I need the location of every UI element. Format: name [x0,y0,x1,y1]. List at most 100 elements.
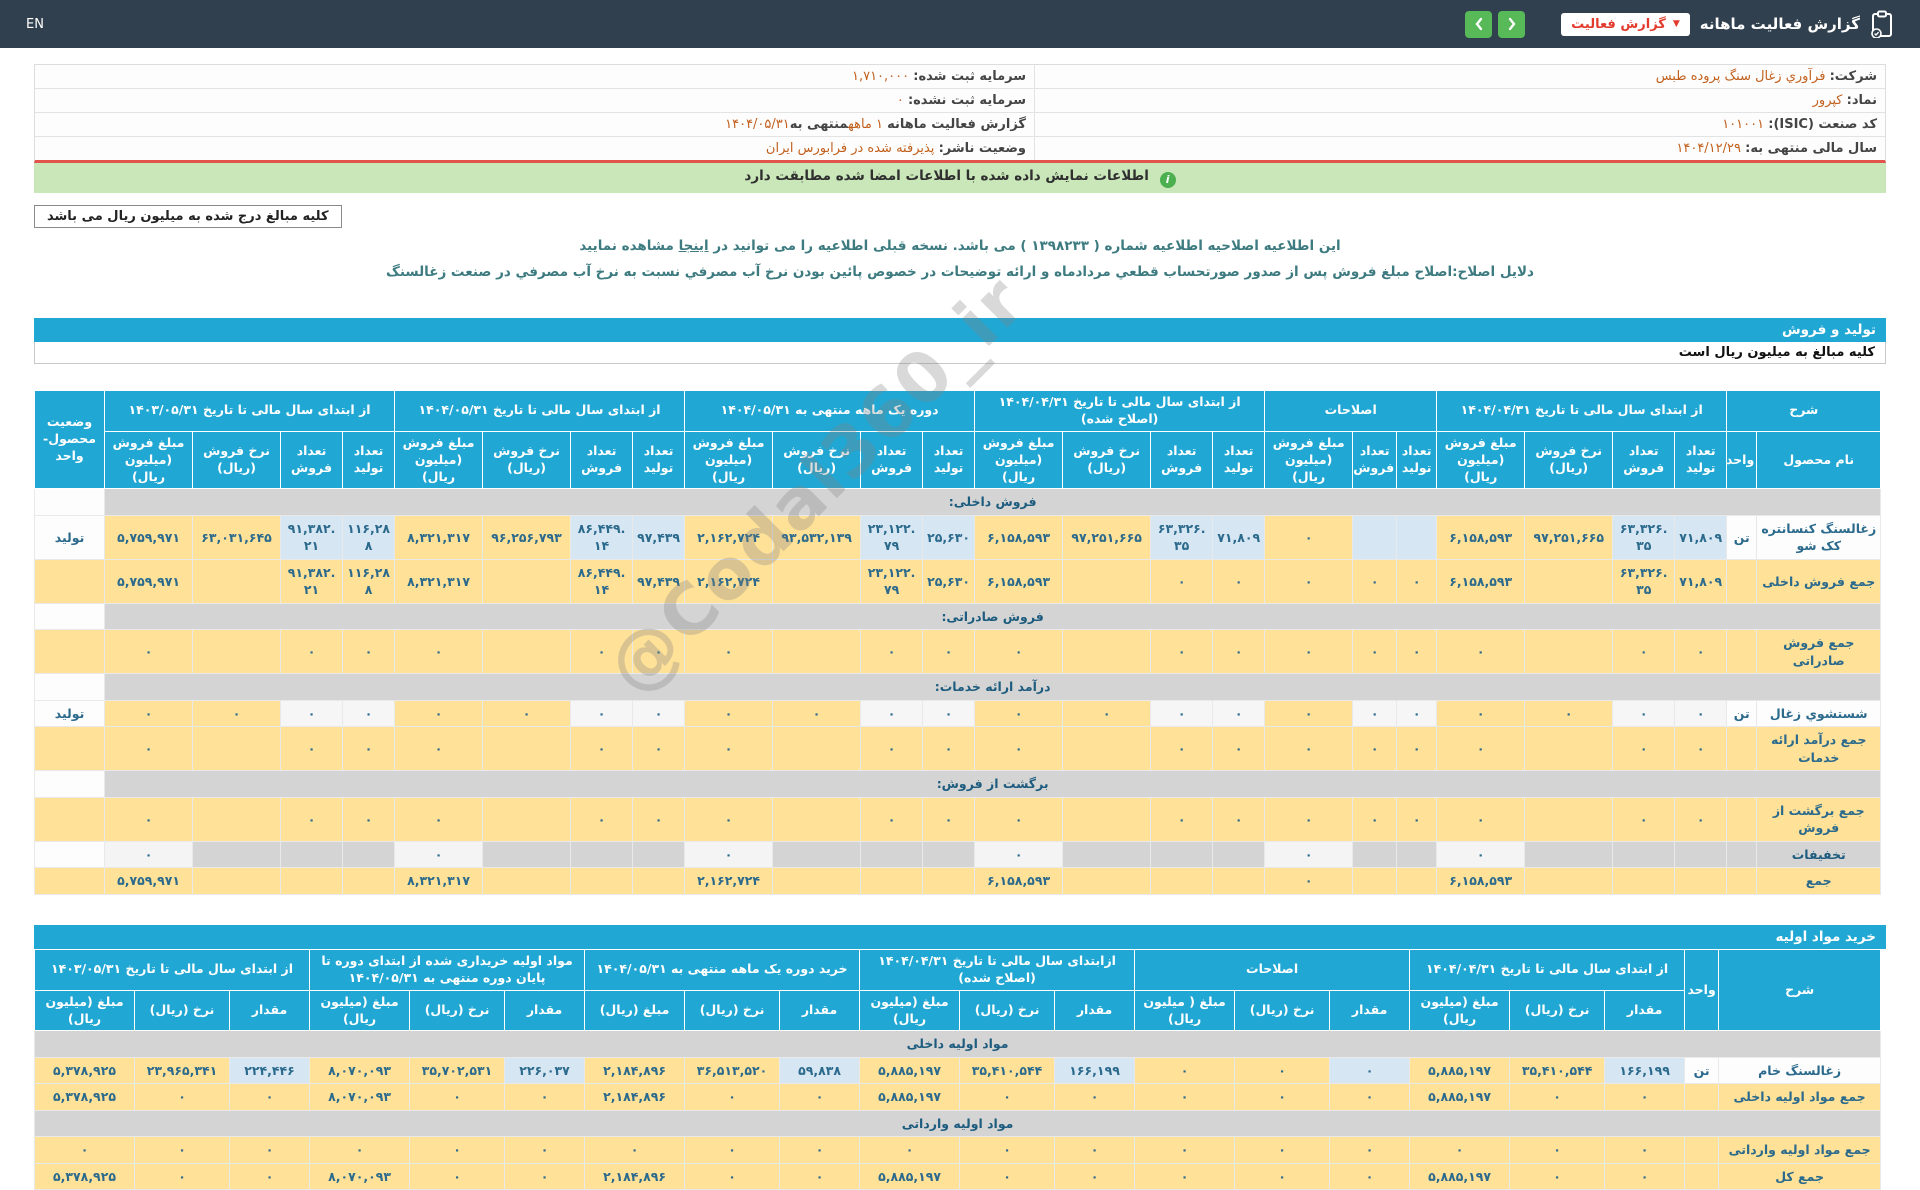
report-type-label: گزارش فعالیت [1571,16,1666,32]
table-cell: ۲,۱۶۲,۷۲۴ [684,867,774,895]
table-row: فروش داخلی: [34,488,1882,516]
table-cell: ۰ [1604,1162,1686,1190]
column-header: مقدار [779,989,861,1032]
table-cell: ۰ [1264,867,1354,895]
table-cell [34,673,105,701]
table-cell: ۰ [394,629,484,675]
info-row: نماد: کپرور سرمایه ثبت نشده: ۰ [35,89,1885,113]
symbol-label: نماد: [1846,93,1877,108]
table-cell [1726,867,1758,895]
section-bar-production-sales: تولید و فروش [34,318,1886,342]
report-mid-label: منتهی به [789,117,849,132]
table-cell: ۰ [1436,796,1526,842]
table-cell [632,867,686,895]
table-row: جمع فروش داخلی ۷۱,۸۰۹ ۶۳,۳۲۶.۳۵ ۶,۱۵۸,۵۹۳ ۰ ۰… [34,558,1882,604]
table-cell: ۲۳,۱۲۲.۷۹ [860,514,924,560]
column-header: تعداد تولید [1674,430,1728,490]
table-cell: ۰ [684,699,774,728]
table-cell: ۸,۳۲۱,۳۱۷ [394,558,484,604]
table-cell: ۰ [1329,1162,1411,1190]
table-cell: ۰ [1150,796,1214,842]
next-button[interactable] [1498,10,1526,38]
table-cell [922,867,976,895]
table-cell [192,840,282,869]
table-cell: ۰ [922,796,976,842]
table-cell [1212,840,1266,869]
page-title: گزارش فعالیت ماهانه [1699,15,1860,33]
column-header: نرخ (ریال) [409,989,506,1032]
table-cell [192,796,282,842]
previous-notice-link[interactable]: اینجا [679,238,709,254]
column-header: مبلغ (میلیون ریال) [309,989,411,1032]
table-cell [632,840,686,869]
table-cell: ۹۱,۳۸۲.۲۱ [280,514,344,560]
table-cell: ۰ [1409,1136,1511,1164]
status-cell [34,629,105,675]
table-row: جمع درآمد ارائه خدمات ۰ ۰ ۰ ۰ ۰ ۰ ۰ ۰ ۰ ۰ ۰ ۰ ۰ ۰ ۰ ۰ ۰ ۰ [34,726,1882,772]
clipboard-icon [1870,10,1894,38]
report-type-dropdown[interactable]: گزارش فعالیت ▼ [1561,12,1690,36]
table-cell [1396,840,1438,869]
chevron-down-icon: ▼ [1672,19,1680,29]
column-header: مقدار [1054,989,1136,1032]
table-cell [34,488,105,516]
table-cell: ۰ [974,840,1064,869]
table-row: جمع ۶,۱۵۸,۵۹۳ ۰ ۶,۱۵۸,۵۹۳ ۲,۱۶۲,۷۲۴ ۸,۳۲۱,۳۱۷… [34,867,1882,895]
report-date-value: ۱۴۰۴/۰۵/۳۱ [725,117,790,132]
table-cell: ۸۶,۴۴۹.۱۴ [570,558,634,604]
table-cell: تن [1726,514,1758,560]
column-header: نرخ (ریال) [959,989,1056,1032]
table-cell: ۶۳,۳۲۶.۳۵ [1150,514,1214,560]
table-cell [1524,726,1614,772]
table-cell: ۰ [1264,514,1354,560]
row-label: شستشوي زغال [1756,699,1882,728]
table-row: تخفیفات ۰ ۰ ۰ ۰ ۰ ۰ [34,840,1882,869]
table-cell: ۷۱,۸۰۹ [1212,514,1266,560]
language-toggle[interactable]: EN [26,17,44,32]
table-cell: ۰ [1612,699,1676,728]
table-cell: ۰ [504,1136,586,1164]
prev-button[interactable] [1465,10,1493,38]
table-cell: ۰ [192,699,282,728]
table-row: زغالسنگ کنسانتره کک شو تن ۷۱,۸۰۹ ۶۳,۳۲۶.۳۵ ۹… [34,514,1882,560]
table-cell: ۰ [103,840,194,869]
table-cell [1524,629,1614,675]
company-value: فرآوري زغال سنگ پروده طبس [1655,69,1826,84]
table-cell: ۲۵,۶۳۰ [922,558,976,604]
column-header: از ابتدای سال مالی تا تاریخ ۱۴۰۳/۰۵/۳۱ [103,390,396,432]
column-header: از ابتدای سال مالی تا تاریخ ۱۴۰۴/۰۴/۳۱ [1436,390,1728,432]
table-row: جمع برگشت از فروش ۰ ۰ ۰ ۰ ۰ ۰ ۰ ۰ ۰ ۰ ۰ ۰ ۰ ۰ ۰ ۰ ۰ ۰ [34,796,1882,842]
table-cell: ۰ [394,840,484,869]
table-cell [860,867,924,895]
table-cell: ۰ [959,1136,1056,1164]
table-cell: ۲,۱۸۴,۸۹۶ [584,1162,686,1190]
table-cell [1726,796,1758,842]
table-cell [280,840,344,869]
table-cell: ۰ [974,699,1064,728]
table-cell: ۰ [632,726,686,772]
table-cell: ۰ [1234,1136,1331,1164]
info-icon: i [1159,172,1176,188]
table-cell: ۰ [1150,629,1214,675]
column-header: ازابتدای سال مالی تا تاریخ ۱۴۰۴/۰۴/۳۱ (ا… [859,948,1136,991]
column-header: نام محصول [1756,430,1882,490]
table-cell: ۰ [632,699,686,728]
table-cell: ۰ [103,796,194,842]
table-cell: ۰ [684,796,774,842]
section-row-label: درآمد ارائه خدمات: [103,673,1882,701]
table-cell: ۰ [860,796,924,842]
table-cell: ۰ [684,726,774,772]
table-cell: ۰ [1329,1083,1411,1111]
table-cell: ۰ [229,1162,311,1190]
column-header: نرخ فروش (ریال) [192,430,282,490]
table-cell: ۰ [280,796,344,842]
table-cell [1524,840,1614,869]
info-row: کد صنعت (ISIC): ۱۰۱۰۰۱ گزارش فعالیت ماها… [35,113,1885,137]
column-header: تعداد تولید [342,430,396,490]
table-cell [1612,840,1676,869]
table-row: مواد اولیه وارداتی [33,1109,1882,1138]
table-cell: ۲,۱۶۲,۷۲۴ [684,558,774,604]
section-row-label: مواد اولیه داخلی [33,1030,1882,1058]
table-cell: ۹۶,۲۵۶,۷۹۳ [482,514,572,560]
table-cell: ۰ [1054,1083,1136,1111]
